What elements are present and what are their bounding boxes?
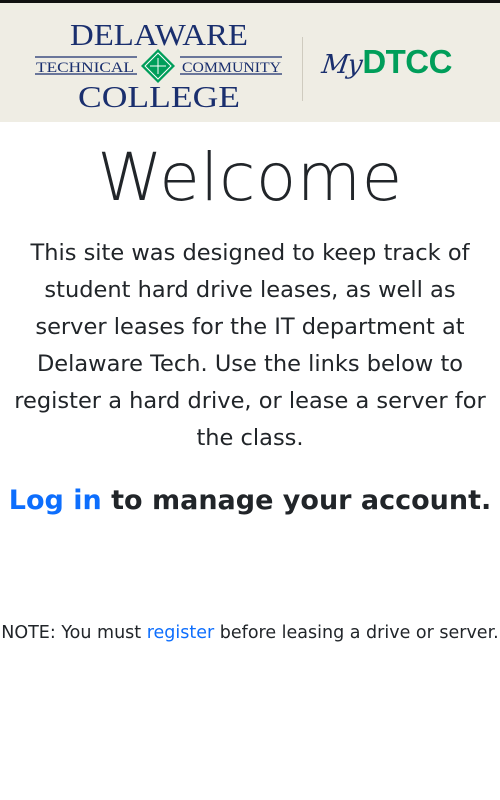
logo-technical-text: TECHNICAL xyxy=(36,60,134,76)
logo-delaware-text: DELAWARE xyxy=(70,17,248,52)
college-logo[interactable]: DELAWARE TECHNICAL COMMUNITY COLLEGE xyxy=(34,16,284,112)
mydtcc-dtcc-text: DTCC xyxy=(362,43,452,80)
registration-note: NOTE: You must register before leasing a… xyxy=(0,620,500,646)
mydtcc-my-text: My xyxy=(319,50,364,80)
logo-college-text: COLLEGE xyxy=(78,79,240,112)
site-header: DELAWARE TECHNICAL COMMUNITY COLLEGE My … xyxy=(0,3,500,122)
logo-community-text: COMMUNITY xyxy=(182,60,282,76)
intro-paragraph: This site was designed to keep track of … xyxy=(14,240,486,451)
login-prompt: Log in to manage your account. xyxy=(0,483,500,519)
header-divider xyxy=(302,37,303,101)
mydtcc-logo[interactable]: My DTCC xyxy=(319,43,453,87)
note-prefix-text: NOTE: You must xyxy=(1,623,147,643)
page-title: Welcome xyxy=(97,139,403,216)
login-link[interactable]: Log in xyxy=(9,485,102,516)
note-suffix-text: before leasing a drive or server. xyxy=(214,623,499,643)
login-suffix-text: to manage your account. xyxy=(101,485,492,516)
main-content: Welcome This site was designed to keep t… xyxy=(0,138,500,646)
diamond-emblem-icon xyxy=(141,49,175,83)
register-link[interactable]: register xyxy=(147,623,215,643)
